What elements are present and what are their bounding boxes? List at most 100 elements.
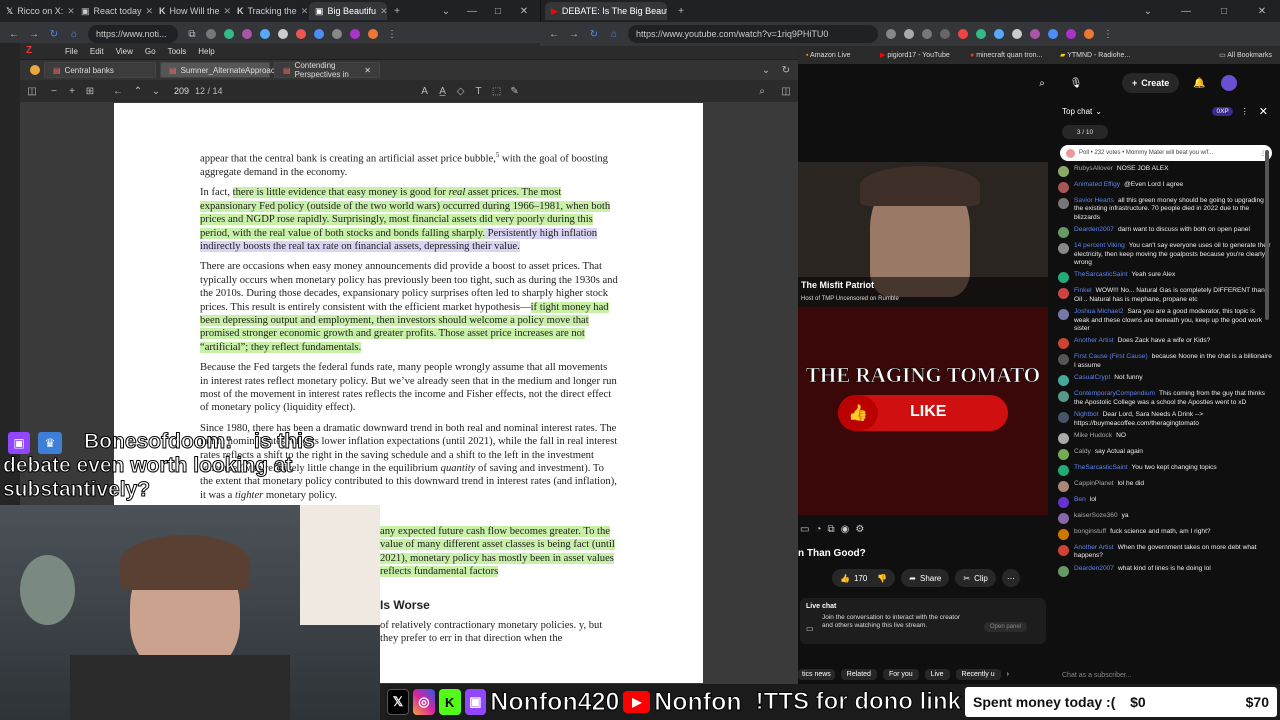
extension-icon[interactable] — [350, 29, 360, 39]
zotero-tab-contending[interactable]: ▤ Contending Perspectives in ✕ — [274, 61, 380, 79]
extension-icon[interactable]: ⧉ — [186, 28, 198, 40]
search-icon[interactable]: ⌕ — [1036, 77, 1048, 89]
chat-author[interactable]: RubysAllover — [1074, 165, 1113, 172]
reload-icon[interactable]: ↻ — [588, 28, 600, 40]
tab-1[interactable]: 𝕏 Ricco on X: ✕ — [0, 2, 75, 20]
bookmark-minecraft[interactable]: ● minecraft quan tron... — [970, 52, 1050, 59]
chip-tab[interactable]: Related — [840, 668, 877, 680]
highlight-green[interactable]: any expected future cash flow becomes gr… — [380, 526, 615, 578]
maximize-icon[interactable]: □ — [1218, 5, 1230, 17]
extension-icon[interactable] — [296, 29, 306, 39]
avatar[interactable] — [1058, 565, 1069, 577]
tab-3[interactable]: K How Will the ✕ — [153, 2, 231, 20]
chat-message[interactable]: Mike Hudock NO — [1050, 430, 1280, 446]
forward-icon[interactable]: → — [568, 28, 580, 40]
highlight-tool-icon[interactable]: A̲ — [437, 85, 449, 97]
minimize-icon[interactable]: — — [466, 5, 478, 17]
poll-banner[interactable]: Poll • 232 votes • Mommy Mater will beat… — [1060, 145, 1272, 161]
chat-message[interactable]: kaiserSoze360 ya — [1050, 510, 1280, 526]
chat-author[interactable]: Ben — [1074, 496, 1086, 503]
menu-view[interactable]: View — [116, 47, 133, 56]
chat-message[interactable]: Savior Hearts all this green money should… — [1050, 195, 1280, 224]
home-icon[interactable]: ⌂ — [608, 28, 620, 40]
avatar[interactable] — [1058, 544, 1069, 556]
new-tab-icon[interactable]: + — [675, 5, 687, 17]
back-icon[interactable]: ← — [8, 28, 20, 40]
extension-icon[interactable] — [224, 29, 234, 39]
chevron-down-icon[interactable]: ⌄ — [1095, 107, 1102, 116]
forward-icon[interactable]: → — [28, 28, 40, 40]
chat-message[interactable]: TheSarcasticSaint You two kept changing t… — [1050, 462, 1280, 478]
close-window-icon[interactable]: ✕ — [1256, 5, 1268, 17]
chat-message[interactable]: Dearden2007 darn want to discuss with bot… — [1050, 224, 1280, 240]
back-icon[interactable]: ← — [548, 28, 560, 40]
area-tool-icon[interactable]: ⬚ — [491, 85, 503, 97]
highlight-green[interactable]: there is little evidence that easy money… — [232, 187, 449, 199]
profile-avatar[interactable] — [1084, 29, 1094, 39]
miniplayer-icon[interactable]: ⧉ — [828, 524, 835, 535]
chat-author[interactable]: Another Artist — [1074, 544, 1114, 551]
avatar[interactable] — [1058, 354, 1069, 366]
zotero-tab-sumner[interactable]: ▤Sumner_AlternateApproac✕ — [160, 62, 286, 78]
extension-icon[interactable] — [1066, 29, 1076, 39]
chat-message[interactable]: Dearden2007 what kind of lines is he doin… — [1050, 563, 1280, 579]
create-button[interactable]: + Create — [1122, 73, 1180, 93]
chat-author[interactable]: Mike Hudock — [1074, 432, 1112, 439]
chat-author[interactable]: Joshua Michael2 — [1074, 308, 1123, 315]
thumbs-down-icon[interactable]: 👎 — [877, 574, 887, 583]
sidebar-toggle-icon[interactable]: ◫ — [26, 85, 38, 97]
extension-icon[interactable] — [904, 29, 914, 39]
screenshot-icon[interactable]: ◉ — [841, 524, 850, 535]
bookmark-ytmnd[interactable]: ▰ YTMND - Radiohe... — [1060, 51, 1140, 59]
extension-icon[interactable] — [886, 29, 896, 39]
menu-tools[interactable]: Tools — [168, 47, 187, 56]
chat-author[interactable]: CappinPlanet — [1074, 480, 1114, 487]
textbox-tool-icon[interactable]: T — [473, 85, 485, 97]
subtitles-icon[interactable]: ▭ — [800, 524, 809, 535]
chat-author[interactable]: Animated Effigy — [1074, 181, 1120, 188]
chat-author[interactable]: CasualCrypt — [1074, 374, 1110, 381]
extension-icon[interactable] — [314, 29, 324, 39]
xp-badge[interactable]: 0XP — [1212, 106, 1233, 116]
avatar[interactable] — [1058, 375, 1069, 387]
url-field[interactable]: https://www.noti... — [88, 25, 178, 43]
draw-tool-icon[interactable]: ✎ — [509, 85, 521, 97]
all-bookmarks[interactable]: ▭ All Bookmarks — [1219, 51, 1272, 59]
speed-icon[interactable]: ◔ — [815, 524, 821, 535]
chevron-right-icon[interactable]: › — [1007, 671, 1009, 678]
avatar[interactable] — [1058, 432, 1069, 444]
chat-scrollbar[interactable] — [1265, 150, 1269, 320]
chat-author[interactable]: First Cause (First Cause) — [1074, 353, 1148, 360]
context-pane-icon[interactable]: ◫ — [780, 85, 792, 97]
close-icon[interactable]: ✕ — [380, 6, 387, 17]
home-icon[interactable]: ⌂ — [68, 28, 80, 40]
extension-icon[interactable] — [206, 29, 216, 39]
chat-message[interactable]: Finkel WOW!!! No... Natural Gas is comple… — [1050, 285, 1280, 306]
avatar[interactable] — [1221, 75, 1238, 91]
chat-author[interactable]: Dearden2007 — [1074, 226, 1114, 233]
menu-edit[interactable]: Edit — [90, 47, 104, 56]
url-field[interactable]: https://www.youtube.com/watch?v=1riq9PHi… — [628, 25, 878, 43]
page-number-input[interactable]: 209 — [174, 86, 189, 96]
reload-icon[interactable]: ↻ — [48, 28, 60, 40]
tab-youtube[interactable]: ▶DEBATE: Is The Big Beautifu✕ — [545, 2, 667, 20]
chat-author[interactable]: TheSarcasticSaint — [1074, 464, 1128, 471]
search-icon[interactable]: ⌕ — [756, 85, 768, 97]
close-icon[interactable]: ✕ — [67, 6, 75, 17]
avatar[interactable] — [1058, 464, 1069, 476]
profile-avatar[interactable] — [368, 29, 378, 39]
extension-icon[interactable] — [278, 29, 288, 39]
page-down-icon[interactable]: ⌄ — [150, 85, 162, 97]
chat-message[interactable]: CasualCrypt Not funny — [1050, 372, 1280, 388]
tab-2[interactable]: ▣ React today ✕ — [75, 2, 153, 20]
chat-input[interactable]: Chat as a subscriber... — [1062, 672, 1132, 679]
library-icon[interactable] — [30, 65, 40, 75]
extension-icon[interactable] — [242, 29, 252, 39]
chat-author[interactable]: 14 percent Viking — [1074, 242, 1125, 249]
mic-icon[interactable]: 🎙 — [1070, 77, 1083, 89]
chat-author[interactable]: Finkel — [1074, 287, 1092, 294]
new-tab-icon[interactable]: + — [391, 5, 403, 17]
avatar[interactable] — [1058, 166, 1069, 177]
chevron-down-icon[interactable]: ⌄ — [760, 64, 772, 76]
avatar[interactable] — [1058, 496, 1069, 508]
